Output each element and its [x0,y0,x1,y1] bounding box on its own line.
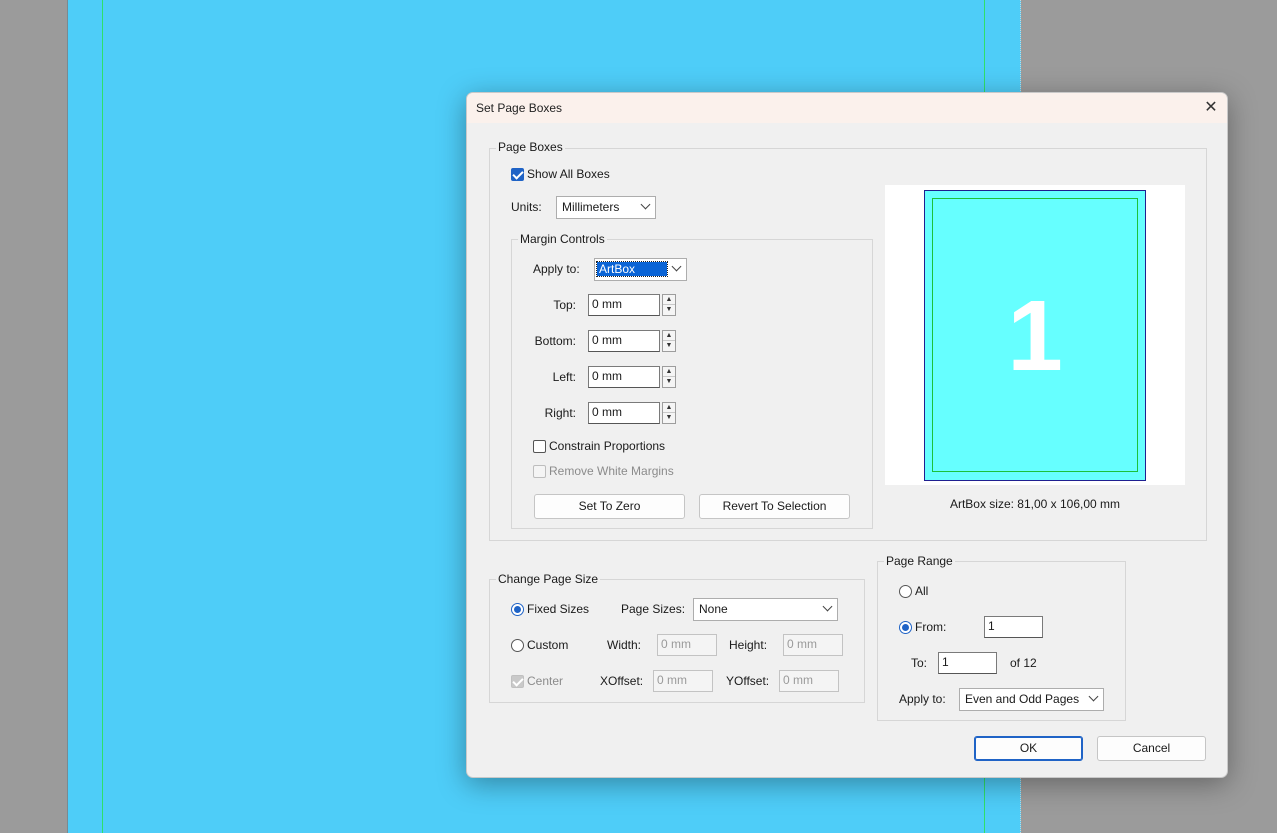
fixed-sizes-label: Fixed Sizes [527,602,590,616]
bottom-margin-spinner[interactable]: ▲ ▼ [662,330,676,352]
page-range-title: Page Range [884,554,955,568]
from-radio[interactable] [899,621,912,634]
left-margin-spinner[interactable]: ▲ ▼ [662,366,676,388]
guide-line-left [102,0,103,833]
page-total-label: of 12 [1010,656,1037,670]
apply-to-box-select[interactable]: ArtBox [594,258,687,281]
page-range-apply-to-value: Even and Odd Pages [965,692,1080,706]
chevron-down-icon [822,601,833,612]
chevron-down-icon [640,199,651,210]
to-page-input[interactable]: 1 [938,652,997,674]
spin-down-icon[interactable]: ▼ [663,413,675,423]
change-page-size-title: Change Page Size [496,572,601,586]
custom-radio[interactable] [511,639,524,652]
remove-white-margins-label: Remove White Margins [549,464,674,478]
show-all-boxes-label: Show All Boxes [527,167,610,181]
chevron-down-icon [1088,691,1099,702]
ok-button[interactable]: OK [974,736,1083,761]
set-page-boxes-dialog: Set Page Boxes ✕ Page Boxes Show All Box… [466,92,1228,778]
page-preview: 1 [885,185,1185,485]
width-input[interactable]: 0 mm [657,634,717,656]
top-margin-input[interactable]: 0 mm [588,294,660,316]
fixed-sizes-radio[interactable] [511,603,524,616]
preview-page-number: 1 [1007,280,1063,392]
revert-to-selection-button[interactable]: Revert To Selection [699,494,850,519]
show-all-boxes-checkbox[interactable] [511,168,524,181]
bottom-margin-input[interactable]: 0 mm [588,330,660,352]
xoffset-input[interactable]: 0 mm [653,670,713,692]
from-page-input[interactable]: 1 [984,616,1043,638]
yoffset-label: YOffset: [726,674,770,688]
right-margin-spinner[interactable]: ▲ ▼ [662,402,676,424]
page-sizes-label: Page Sizes: [621,602,686,616]
constrain-proportions-label: Constrain Proportions [549,439,666,453]
page-boxes-title: Page Boxes [496,140,565,154]
dialog-titlebar[interactable]: Set Page Boxes ✕ [467,93,1227,123]
yoffset-input[interactable]: 0 mm [779,670,839,692]
preview-page-box: 1 [924,190,1146,481]
dialog-title: Set Page Boxes [476,101,563,115]
spin-up-icon[interactable]: ▲ [663,331,675,341]
margin-controls-group [511,239,873,529]
height-label: Height: [729,638,768,652]
spin-up-icon[interactable]: ▲ [663,367,675,377]
spin-up-icon[interactable]: ▲ [663,403,675,413]
all-pages-label: All [915,584,929,598]
left-margin-input[interactable]: 0 mm [588,366,660,388]
spin-down-icon[interactable]: ▼ [663,341,675,351]
constrain-proportions-checkbox[interactable] [533,440,546,453]
right-margin-input[interactable]: 0 mm [588,402,660,424]
units-value: Millimeters [562,200,620,214]
spin-up-icon[interactable]: ▲ [663,295,675,305]
bottom-label: Bottom: [534,334,576,348]
top-label: Top: [553,298,576,312]
margin-controls-title: Margin Controls [518,232,607,246]
page-sizes-value: None [699,602,728,616]
right-label: Right: [544,406,576,420]
spin-down-icon[interactable]: ▼ [663,305,675,315]
page-range-apply-to-label: Apply to: [899,692,946,706]
center-label: Center [527,674,564,688]
artbox-size-caption: ArtBox size: 81,00 x 106,00 mm [949,497,1121,511]
xoffset-label: XOffset: [600,674,644,688]
cancel-button[interactable]: Cancel [1097,736,1206,761]
width-label: Width: [607,638,642,652]
all-pages-radio[interactable] [899,585,912,598]
top-margin-spinner[interactable]: ▲ ▼ [662,294,676,316]
units-select[interactable]: Millimeters [556,196,656,219]
remove-white-margins-checkbox[interactable] [533,465,546,478]
close-icon[interactable]: ✕ [1201,98,1221,118]
units-label: Units: [511,200,542,214]
page-sizes-select[interactable]: None [693,598,838,621]
from-label: From: [915,620,947,634]
left-label: Left: [552,370,576,384]
set-to-zero-button[interactable]: Set To Zero [534,494,685,519]
custom-label: Custom [527,638,569,652]
height-input[interactable]: 0 mm [783,634,843,656]
chevron-down-icon [671,261,682,272]
page-range-apply-to-select[interactable]: Even and Odd Pages [959,688,1104,711]
apply-to-box-value: ArtBox [596,261,668,277]
apply-to-label: Apply to: [533,262,580,276]
spin-down-icon[interactable]: ▼ [663,377,675,387]
center-checkbox[interactable] [511,675,524,688]
to-label: To: [911,656,928,670]
